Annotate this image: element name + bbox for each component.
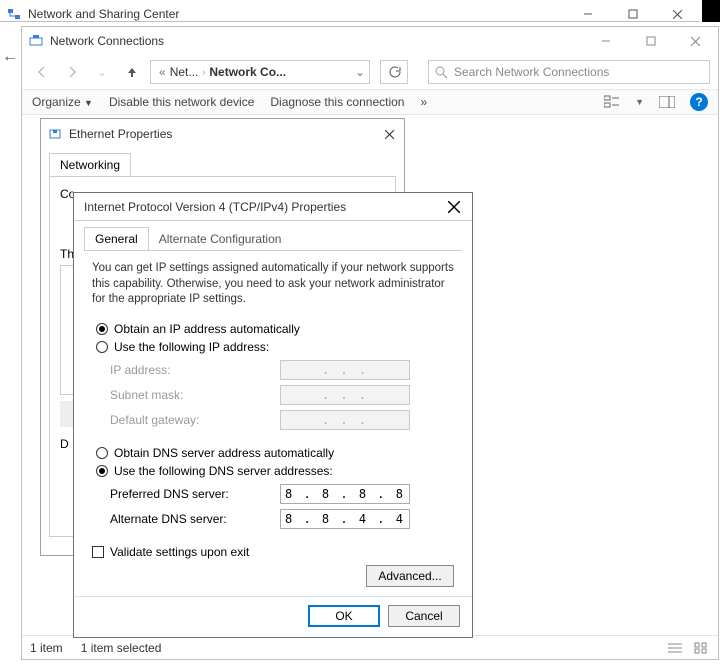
- recent-dropdown[interactable]: ⌄: [90, 60, 114, 84]
- window-title: Network and Sharing Center: [28, 7, 565, 21]
- decorative-bar: [702, 0, 720, 22]
- details-view-button[interactable]: [666, 639, 684, 657]
- maximize-button[interactable]: [610, 0, 655, 28]
- chevron-down-icon[interactable]: ⌄: [355, 65, 365, 79]
- radio-ip-manual[interactable]: Use the following IP address:: [96, 340, 454, 354]
- refresh-button[interactable]: [380, 60, 408, 84]
- radio-icon: [96, 465, 108, 477]
- dialog-title: Internet Protocol Version 4 (TCP/IPv4) P…: [80, 200, 440, 214]
- radio-dns-manual[interactable]: Use the following DNS server addresses:: [96, 464, 454, 478]
- large-icons-view-button[interactable]: [692, 639, 710, 657]
- cmd-disable-device[interactable]: Disable this network device: [109, 95, 254, 109]
- alternate-dns-label: Alternate DNS server:: [110, 512, 280, 526]
- address-bar[interactable]: « Net... › Network Co... ⌄: [150, 60, 370, 84]
- subnet-mask-field: . . .: [280, 385, 410, 405]
- minimize-button[interactable]: [583, 27, 628, 55]
- alternate-dns-field[interactable]: 8 . 8 . 4 . 4: [280, 509, 410, 529]
- maximize-button[interactable]: [628, 27, 673, 55]
- view-options-button[interactable]: [603, 93, 621, 111]
- search-placeholder: Search Network Connections: [454, 65, 609, 79]
- close-button[interactable]: [655, 0, 700, 28]
- chevron-down-icon[interactable]: ▼: [635, 97, 644, 107]
- status-selected-count: 1 item selected: [81, 641, 162, 655]
- preferred-dns-label: Preferred DNS server:: [110, 487, 280, 501]
- radio-icon: [96, 323, 108, 335]
- tab-alternate-config[interactable]: Alternate Configuration: [149, 227, 292, 250]
- checkbox-icon: [92, 546, 104, 558]
- ethernet-icon: [47, 126, 63, 142]
- network-sharing-icon: [6, 6, 22, 22]
- ip-address-field: . . .: [280, 360, 410, 380]
- ip-address-label: IP address:: [110, 363, 280, 377]
- up-button[interactable]: [120, 60, 144, 84]
- default-gateway-field: . . .: [280, 410, 410, 430]
- search-icon: [435, 66, 448, 79]
- cancel-button[interactable]: Cancel: [388, 605, 460, 627]
- validate-checkbox[interactable]: Validate settings upon exit: [92, 545, 454, 559]
- tab-general[interactable]: General: [84, 227, 149, 250]
- breadcrumb-item[interactable]: Network Co...: [209, 65, 286, 79]
- radio-dns-auto[interactable]: Obtain DNS server address automatically: [96, 446, 454, 460]
- forward-button[interactable]: [60, 60, 84, 84]
- window-title: Network Connections: [50, 34, 583, 48]
- close-button[interactable]: [440, 193, 468, 221]
- cmd-organize[interactable]: Organize ▼: [32, 95, 93, 109]
- radio-icon: [96, 341, 108, 353]
- back-button[interactable]: [30, 60, 54, 84]
- tab-networking[interactable]: Networking: [49, 153, 131, 176]
- default-gateway-label: Default gateway:: [110, 413, 280, 427]
- preferred-dns-field[interactable]: 8 . 8 . 8 . 8: [280, 484, 410, 504]
- breadcrumb-item[interactable]: Net...: [170, 65, 199, 79]
- close-button[interactable]: [374, 119, 404, 149]
- description-text: You can get IP settings assigned automat…: [92, 261, 454, 308]
- radio-ip-auto[interactable]: Obtain an IP address automatically: [96, 322, 454, 336]
- preview-pane-button[interactable]: [658, 93, 676, 111]
- cmd-diagnose[interactable]: Diagnose this connection: [270, 95, 404, 109]
- advanced-button[interactable]: Advanced...: [366, 565, 454, 587]
- close-button[interactable]: [673, 27, 718, 55]
- subnet-mask-label: Subnet mask:: [110, 388, 280, 402]
- cmd-overflow[interactable]: »: [420, 95, 427, 109]
- ok-button[interactable]: OK: [308, 605, 380, 627]
- radio-icon: [96, 447, 108, 459]
- help-button[interactable]: ?: [690, 93, 708, 111]
- network-connections-icon: [28, 33, 44, 49]
- status-item-count: 1 item: [30, 641, 63, 655]
- back-icon[interactable]: ←: [2, 48, 18, 66]
- minimize-button[interactable]: [565, 0, 610, 28]
- dialog-title: Ethernet Properties: [69, 127, 374, 141]
- search-input[interactable]: Search Network Connections: [428, 60, 710, 84]
- chevron-right-icon: ›: [202, 67, 205, 77]
